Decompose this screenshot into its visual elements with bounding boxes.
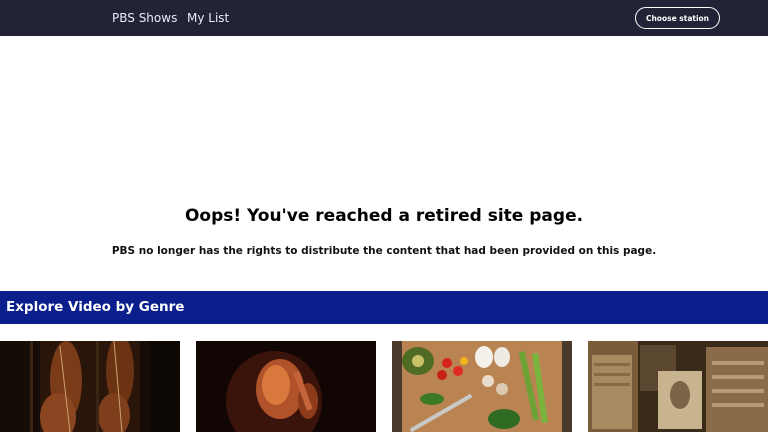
portrait-image — [196, 341, 376, 432]
nav-pbs-shows[interactable]: PBS Shows — [112, 11, 177, 25]
genre-tile-food[interactable] — [392, 341, 572, 432]
page-title: Oops! You've reached a retired site page… — [184, 206, 584, 226]
cello-orchestra-image — [0, 341, 180, 432]
retired-page-message: PBS no longer has the rights to distribu… — [111, 245, 657, 257]
genre-tile-history[interactable] — [588, 341, 768, 432]
vegetables-board-image — [392, 341, 572, 432]
site-header: PBS Shows My List Choose station — [0, 0, 768, 36]
genre-banner: Explore Video by Genre — [0, 291, 768, 324]
choose-station-button[interactable]: Choose station — [635, 7, 720, 29]
old-photographs-image — [588, 341, 768, 432]
genre-tile-music[interactable] — [0, 341, 180, 432]
genre-tile-drama[interactable] — [196, 341, 376, 432]
nav-my-list[interactable]: My List — [187, 11, 229, 25]
genre-heading: Explore Video by Genre — [6, 299, 185, 315]
